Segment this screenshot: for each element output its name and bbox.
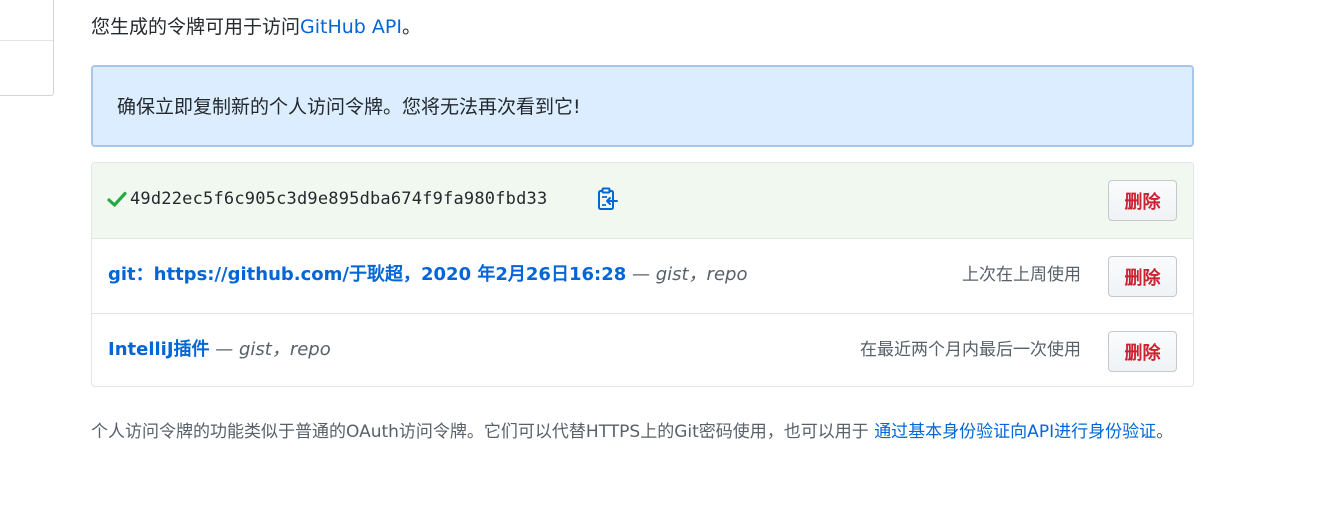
token-scopes: — gist，repo (626, 264, 748, 285)
token-value: 49d22ec5f6c905c3d9e895dba674f9fa980fbd33 (130, 189, 548, 209)
sidebar-menu (0, 0, 54, 96)
token-description: IntelliJ插件 — gist，repo (108, 338, 331, 362)
clipboard-copy-icon[interactable] (597, 187, 619, 211)
page: 您生成的令牌可用于访问GitHub API。 确保立即复制新的个人访问令牌。您将… (0, 0, 1318, 529)
intro-prefix: 您生成的令牌可用于访问 (91, 16, 301, 38)
flash-message: 确保立即复制新的个人访问令牌。您将无法再次看到它! (117, 96, 581, 118)
delete-button[interactable]: 删除 (1108, 256, 1177, 297)
token-row: git：https://github.com/于耿超，2020 年2月26日16… (92, 238, 1193, 313)
sidebar-divider (0, 40, 53, 41)
intro-suffix: 。 (401, 16, 421, 38)
token-scopes: — gist，repo (209, 339, 331, 360)
check-icon (107, 191, 127, 207)
footnote-suffix: 。 (1156, 422, 1174, 442)
token-list: 49d22ec5f6c905c3d9e895dba674f9fa980fbd33… (91, 162, 1194, 387)
footnote: 个人访问令牌的功能类似于普通的OAuth访问令牌。它们可以代替HTTPS上的Gi… (91, 418, 1191, 446)
token-row: IntelliJ插件 — gist，repo 在最近两个月内最后一次使用 删除 (92, 313, 1193, 386)
flash-notice: 确保立即复制新的个人访问令牌。您将无法再次看到它! (91, 65, 1194, 147)
delete-button[interactable]: 删除 (1108, 331, 1177, 372)
token-name-link[interactable]: IntelliJ插件 (108, 339, 210, 360)
basic-auth-link[interactable]: 通过基本身份验证向API进行身份验证 (874, 422, 1156, 442)
github-api-link[interactable]: GitHub API (300, 16, 402, 38)
last-used-text: 在最近两个月内最后一次使用 (860, 340, 1081, 360)
delete-button[interactable]: 删除 (1108, 180, 1177, 221)
footnote-text: 个人访问令牌的功能类似于普通的OAuth访问令牌。它们可以代替HTTPS上的Gi… (91, 422, 875, 442)
new-token-row: 49d22ec5f6c905c3d9e895dba674f9fa980fbd33… (92, 163, 1193, 238)
last-used-text: 上次在上周使用 (962, 265, 1081, 285)
token-description: git：https://github.com/于耿超，2020 年2月26日16… (108, 263, 747, 287)
intro-text: 您生成的令牌可用于访问GitHub API。 (91, 14, 421, 40)
token-name-link[interactable]: git：https://github.com/于耿超，2020 年2月26日16… (108, 264, 626, 285)
